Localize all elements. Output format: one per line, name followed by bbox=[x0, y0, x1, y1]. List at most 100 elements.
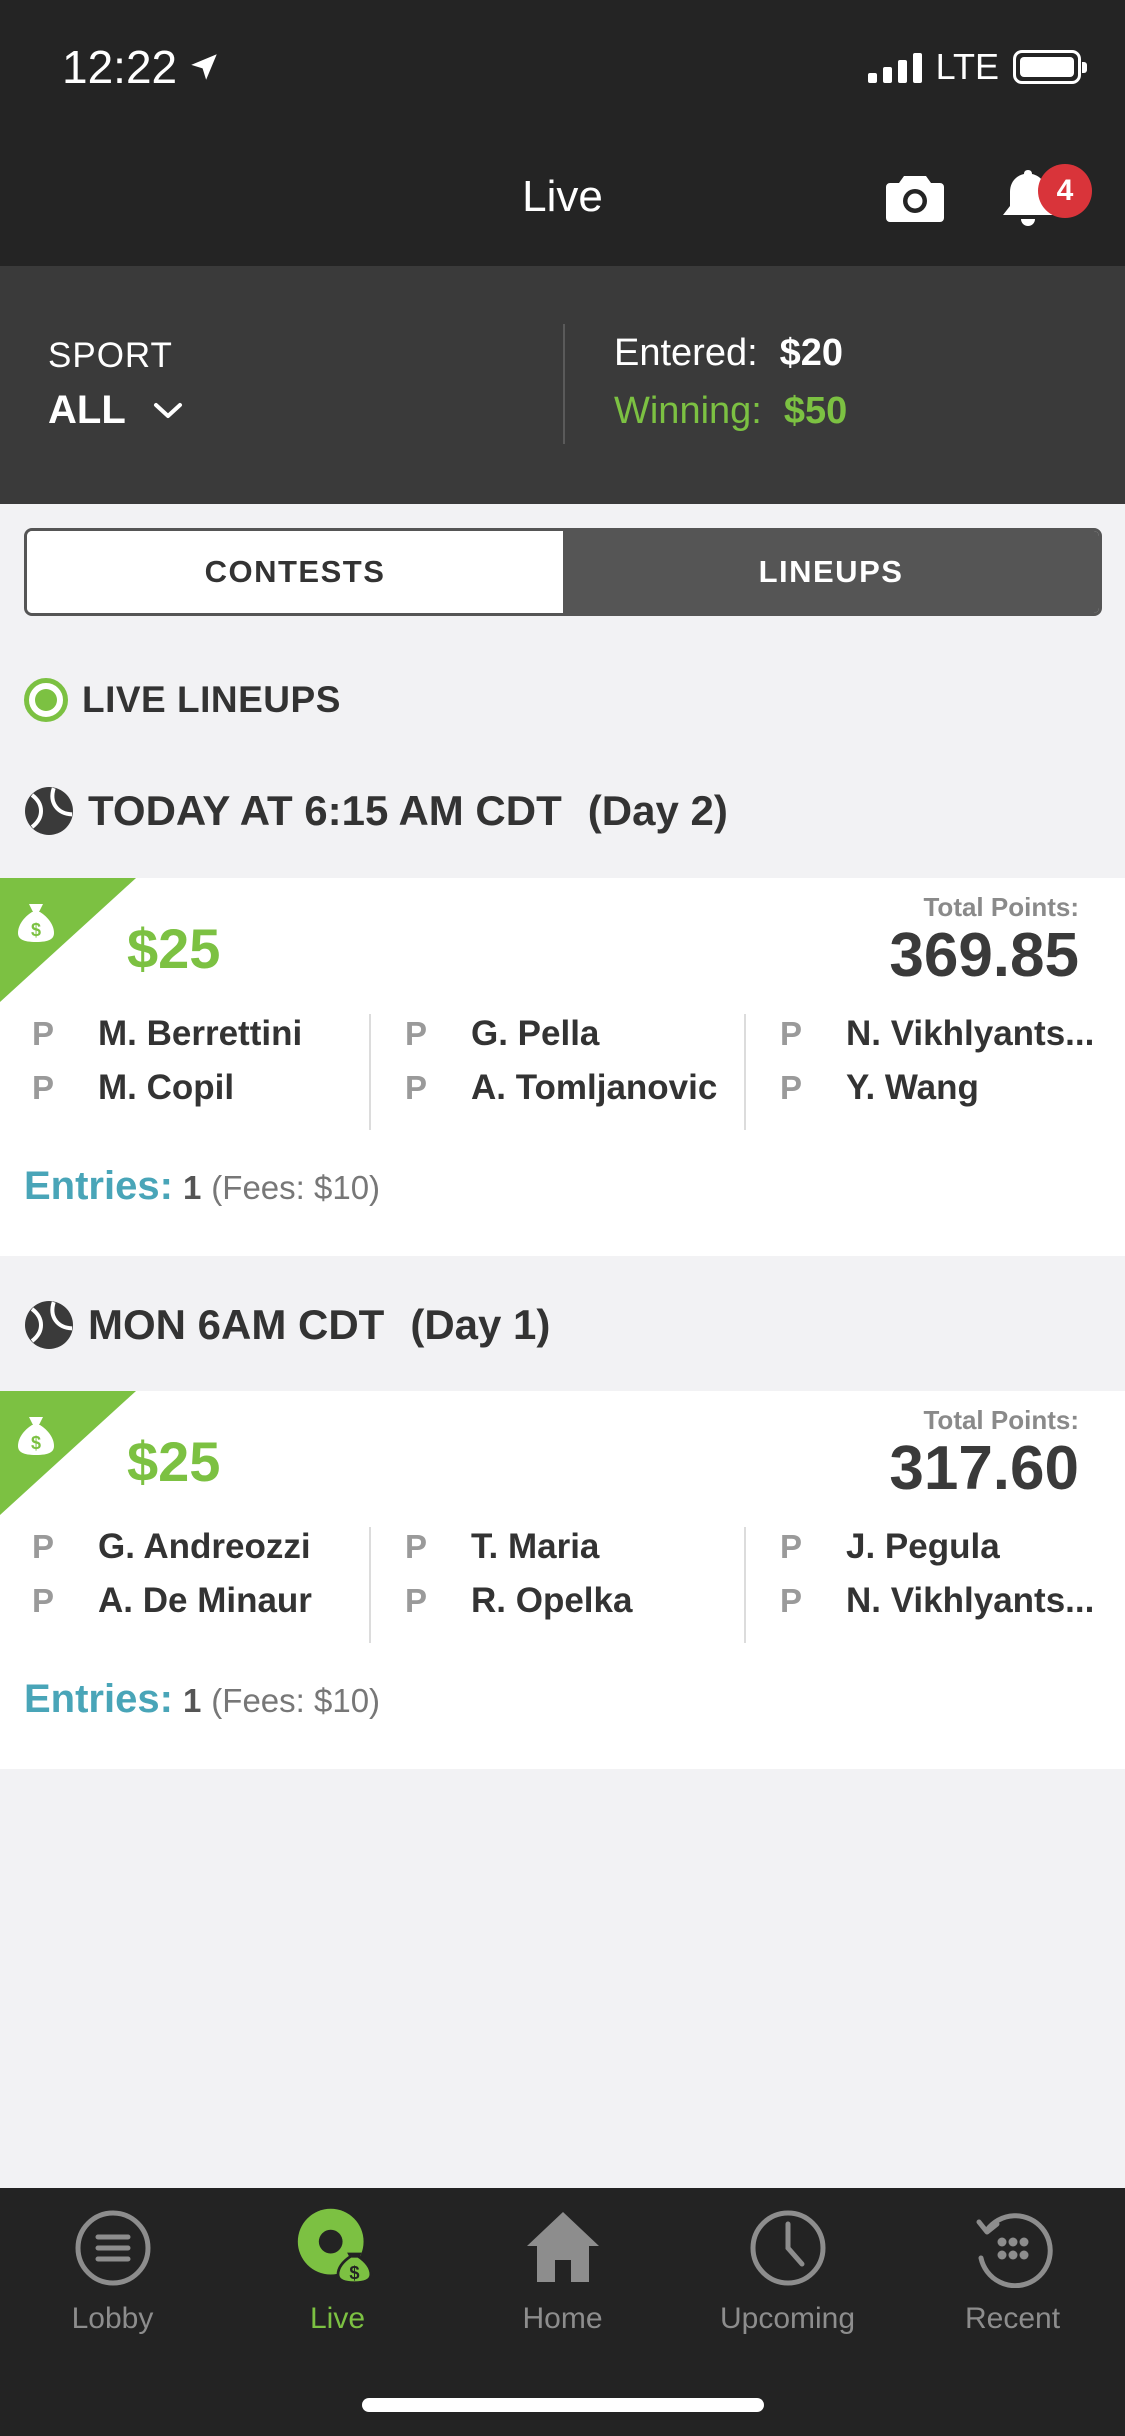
player-position: P bbox=[780, 1582, 803, 1619]
tab-label: Recent bbox=[964, 2302, 1061, 2335]
total-points-label: Total Points: bbox=[923, 892, 1079, 922]
tab-label: Home bbox=[522, 2302, 603, 2335]
chevron-down-icon bbox=[153, 402, 182, 418]
status-time: 12:22 bbox=[62, 40, 221, 94]
sport-value: ALL bbox=[48, 388, 126, 432]
tab-lineups[interactable]: LINEUPS bbox=[563, 531, 1099, 613]
entries-info: Entries: 1 (Fees: $10) bbox=[24, 1164, 380, 1209]
player-name: A. De Minaur bbox=[98, 1581, 312, 1620]
battery-icon bbox=[1013, 50, 1087, 84]
total-points-value: 317.60 bbox=[889, 1434, 1079, 1503]
player-position: P bbox=[32, 1069, 55, 1106]
entries-label: Entries: bbox=[24, 1677, 173, 1721]
svg-text:$: $ bbox=[31, 920, 41, 940]
player-position: P bbox=[780, 1069, 803, 1106]
prize-amount: $25 bbox=[127, 917, 221, 980]
winning-value: $50 bbox=[783, 390, 848, 432]
player-name: G. Andreozzi bbox=[98, 1527, 311, 1566]
prize-amount: $25 bbox=[127, 1430, 221, 1493]
player-row: P T. Maria bbox=[371, 1527, 745, 1567]
tab-lobby[interactable]: Lobby bbox=[0, 2206, 225, 2336]
player-column: P T. Maria P R. Opelka bbox=[369, 1527, 745, 1643]
entries-fees: (Fees: $10) bbox=[211, 1682, 381, 1719]
player-name: N. Vikhlyants... bbox=[846, 1014, 1095, 1053]
lineup-card[interactable]: $ $25 Total Points: 317.60 P G. Andreozzi… bbox=[0, 1391, 1125, 1769]
tennis-ball-icon bbox=[25, 787, 73, 835]
player-name: J. Pegula bbox=[846, 1527, 1000, 1566]
player-row: P N. Vikhlyants... bbox=[746, 1581, 1125, 1621]
player-grid: P G. Andreozzi P A. De Minaur P T. Maria P R… bbox=[0, 1527, 1125, 1643]
player-name: N. Vikhlyants... bbox=[846, 1581, 1095, 1620]
money-bag-icon: $ bbox=[18, 904, 54, 942]
player-name: T. Maria bbox=[471, 1527, 600, 1566]
player-name: A. Tomljanovic bbox=[471, 1068, 718, 1107]
winning-stat: Winning: $50 bbox=[614, 390, 847, 433]
player-name: M. Berrettini bbox=[98, 1014, 303, 1053]
entered-value: $20 bbox=[779, 332, 844, 374]
lineup-card[interactable]: $ $25 Total Points: 369.85 P M. Berrettin… bbox=[0, 878, 1125, 1256]
player-row: P G. Pella bbox=[371, 1014, 745, 1054]
top-bar: 12:22 LTE Live 4 bbox=[0, 0, 1125, 266]
svg-text:$: $ bbox=[31, 1433, 41, 1453]
player-column: P M. Berrettini P M. Copil bbox=[0, 1014, 370, 1130]
player-position: P bbox=[32, 1528, 55, 1565]
player-row: P M. Copil bbox=[0, 1068, 370, 1108]
player-name: Y. Wang bbox=[846, 1068, 979, 1107]
total-points-value: 369.85 bbox=[889, 921, 1079, 990]
sport-label: SPORT bbox=[48, 336, 173, 375]
entered-stat: Entered: $20 bbox=[614, 332, 843, 375]
player-position: P bbox=[405, 1015, 428, 1052]
camera-icon[interactable] bbox=[886, 172, 944, 222]
tab-recent[interactable]: Recent bbox=[900, 2206, 1125, 2336]
lobby-icon bbox=[75, 2210, 150, 2286]
group-day: (Day 1) bbox=[410, 1301, 551, 1348]
tab-home[interactable]: Home bbox=[450, 2206, 675, 2336]
player-row: P A. De Minaur bbox=[0, 1581, 370, 1621]
player-position: P bbox=[405, 1582, 428, 1619]
player-column: P J. Pegula P N. Vikhlyants... bbox=[744, 1527, 1125, 1643]
group-time: MON 6AM CDT bbox=[88, 1301, 385, 1348]
total-points-label: Total Points: bbox=[923, 1405, 1079, 1435]
player-row: P J. Pegula bbox=[746, 1527, 1125, 1567]
group-title: MON 6AM CDT (Day 1) bbox=[24, 1300, 550, 1350]
entries-fees: (Fees: $10) bbox=[211, 1169, 381, 1206]
tab-label: Live bbox=[309, 2302, 366, 2335]
player-name: G. Pella bbox=[471, 1014, 600, 1053]
clock-icon bbox=[750, 2210, 825, 2286]
tab-upcoming[interactable]: Upcoming bbox=[675, 2206, 900, 2336]
notification-badge[interactable]: 4 bbox=[1038, 164, 1092, 218]
player-row: P G. Andreozzi bbox=[0, 1527, 370, 1567]
money-bag-icon: $ bbox=[18, 1417, 54, 1455]
status-indicators: LTE bbox=[867, 46, 1087, 88]
player-row: P A. Tomljanovic bbox=[371, 1068, 745, 1108]
player-row: P N. Vikhlyants... bbox=[746, 1014, 1125, 1054]
entries-count: 1 bbox=[182, 1169, 202, 1206]
player-position: P bbox=[780, 1015, 803, 1052]
live-lineups-heading: LIVE LINEUPS bbox=[24, 678, 341, 722]
entered-label: Entered: bbox=[614, 332, 758, 374]
player-row: P Y. Wang bbox=[746, 1068, 1125, 1108]
sport-dropdown[interactable]: ALL bbox=[48, 388, 184, 433]
player-row: P M. Berrettini bbox=[0, 1014, 370, 1054]
network-label: LTE bbox=[935, 46, 999, 87]
group-time: TODAY AT 6:15 AM CDT bbox=[88, 787, 562, 834]
signal-icon bbox=[867, 51, 922, 83]
home-icon bbox=[526, 2212, 599, 2282]
player-row: P R. Opelka bbox=[371, 1581, 745, 1621]
svg-text:$: $ bbox=[349, 2262, 359, 2283]
section-title: LIVE LINEUPS bbox=[82, 679, 341, 720]
entries-count: 1 bbox=[182, 1682, 202, 1719]
page-title: Live bbox=[522, 172, 603, 221]
tab-contests[interactable]: CONTESTS bbox=[27, 531, 563, 613]
player-position: P bbox=[780, 1528, 803, 1565]
recent-icon bbox=[976, 2213, 1053, 2288]
player-column: P N. Vikhlyants... P Y. Wang bbox=[744, 1014, 1125, 1130]
player-name: M. Copil bbox=[98, 1068, 235, 1107]
tab-live[interactable]: $ Live bbox=[225, 2206, 450, 2336]
entries-label: Entries: bbox=[24, 1164, 173, 1208]
sport-panel: SPORT ALL Entered: $20 Winning: $50 bbox=[0, 266, 1125, 504]
group-day: (Day 2) bbox=[587, 787, 728, 834]
home-indicator[interactable] bbox=[362, 2398, 764, 2412]
tab-label: Lobby bbox=[71, 2302, 154, 2335]
player-position: P bbox=[32, 1015, 55, 1052]
